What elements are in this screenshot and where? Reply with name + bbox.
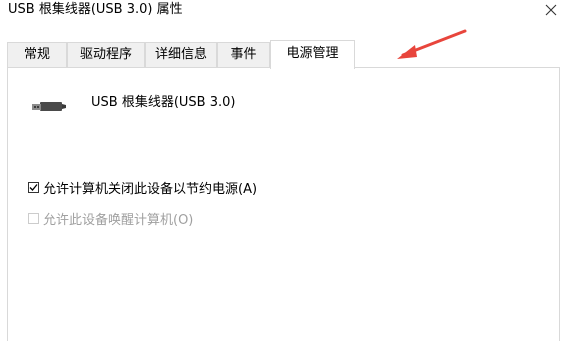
power-management-panel <box>7 67 560 341</box>
allow-wake-option: 允许此设备唤醒计算机(O) <box>28 209 194 228</box>
allow-power-off-option[interactable]: 允许计算机关闭此设备以节约电源(A) <box>28 178 258 197</box>
usb-plug-icon <box>32 102 66 111</box>
allow-wake-checkbox <box>28 212 39 224</box>
tab-details[interactable]: 详细信息 <box>145 42 217 67</box>
allow-wake-label: 允许此设备唤醒计算机(O) <box>43 212 194 228</box>
close-icon <box>545 4 557 16</box>
window-title: USB 根集线器(USB 3.0) 属性 <box>8 2 183 17</box>
allow-power-off-checkbox[interactable] <box>28 181 39 193</box>
tab-general[interactable]: 常规 <box>7 42 67 67</box>
tab-events[interactable]: 事件 <box>217 42 270 67</box>
close-button[interactable] <box>540 0 562 20</box>
red-arrow-icon <box>397 29 467 59</box>
properties-dialog: USB 根集线器(USB 3.0) 属性 常规 驱动程序 详细信息 事件 电源管… <box>0 0 568 341</box>
checkmark-icon <box>29 183 38 191</box>
tab-power-management[interactable]: 电源管理 <box>270 40 355 69</box>
device-name: USB 根集线器(USB 3.0) <box>91 95 236 110</box>
allow-power-off-label: 允许计算机关闭此设备以节约电源(A) <box>43 181 258 197</box>
tab-driver[interactable]: 驱动程序 <box>67 42 145 67</box>
